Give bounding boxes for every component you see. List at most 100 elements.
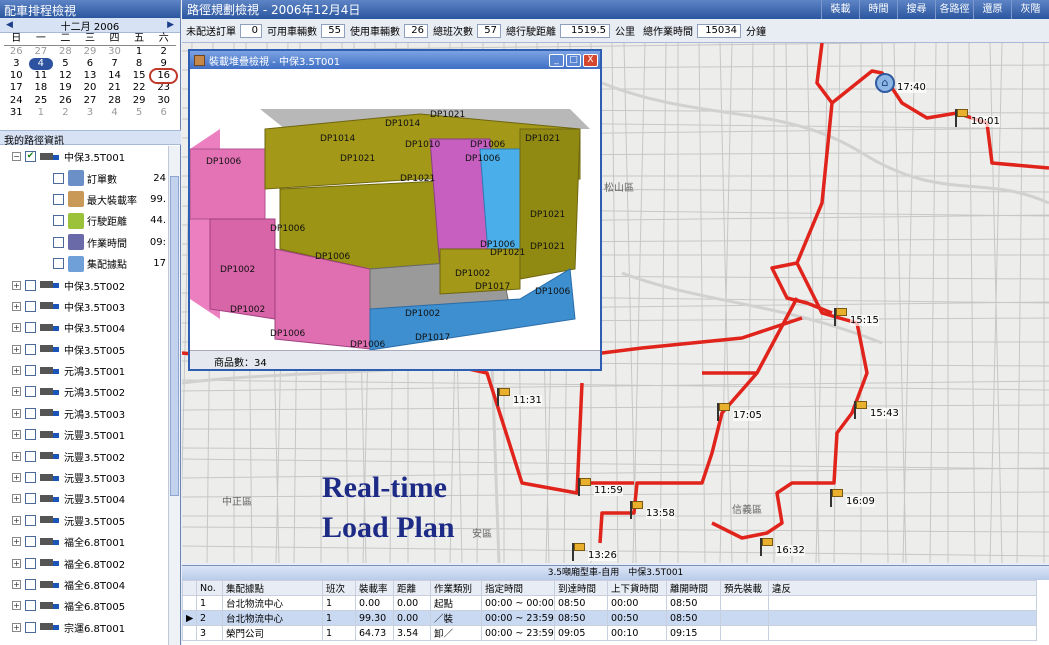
column-header[interactable]: No. [196, 580, 223, 596]
calendar-prev-button[interactable]: ◀ [6, 20, 13, 30]
calendar-day[interactable]: 4 [102, 107, 127, 119]
checkbox[interactable] [25, 472, 36, 484]
time-button[interactable]: 時間 [859, 0, 897, 19]
tree-node-vehicle[interactable]: + 中保3.5T004 [0, 317, 168, 338]
expand-toggle[interactable]: + [12, 473, 21, 483]
calendar-day[interactable]: 21 [102, 82, 127, 94]
tree-node-vehicle[interactable]: + 福全6.8T004 [0, 574, 168, 595]
calendar-day[interactable]: 27 [29, 46, 54, 59]
tree-node-vehicle[interactable]: + 沅豐3.5T004 [0, 488, 168, 509]
all-routes-button[interactable]: 各路徑 [935, 0, 973, 19]
expand-toggle[interactable]: + [12, 494, 21, 504]
route-stop-marker[interactable]: 11:31 [497, 388, 542, 406]
calendar-day[interactable]: 18 [29, 82, 54, 94]
calendar-day[interactable]: 3 [78, 107, 103, 119]
route-stop-marker[interactable]: 10:01 [955, 109, 1000, 127]
expand-toggle[interactable]: + [12, 515, 21, 525]
checkbox[interactable] [53, 215, 64, 227]
checkbox[interactable] [53, 193, 64, 205]
expand-toggle[interactable]: + [12, 344, 21, 354]
tree-node-vehicle[interactable]: + 元鴻3.5T003 [0, 403, 168, 424]
tree-node-vehicle[interactable]: + 福全6.8T002 [0, 552, 168, 573]
column-header[interactable]: 集配據點 [222, 580, 323, 596]
calendar-day[interactable]: 8 [127, 58, 152, 70]
load-plan-titlebar[interactable]: 裝載堆疊檢視 - 中保3.5T001 _ □ X [190, 51, 600, 69]
tree-node-vehicle[interactable]: + 沅豐3.5T001 [0, 424, 168, 445]
calendar-day[interactable]: 7 [102, 58, 127, 70]
column-header[interactable]: 上下貨時間 [607, 580, 667, 596]
tree-node-vehicle[interactable]: + 福全6.8T001 [0, 531, 168, 552]
tree-node-vehicle[interactable]: + 沅豐3.5T005 [0, 510, 168, 531]
expand-toggle[interactable]: + [12, 622, 21, 632]
tree-detail-item[interactable]: 集配據點 17 [0, 253, 168, 274]
checkbox[interactable] [25, 450, 36, 462]
calendar-day[interactable]: 13 [78, 70, 103, 82]
column-header[interactable]: 距離 [393, 580, 431, 596]
route-stop-marker[interactable]: 13:26 [572, 543, 617, 561]
checkbox[interactable] [25, 322, 36, 334]
expand-toggle[interactable]: + [12, 580, 21, 589]
tree-detail-item[interactable]: 行駛距離 44. [0, 210, 168, 231]
expand-toggle[interactable]: + [12, 301, 21, 311]
checkbox[interactable] [25, 621, 36, 633]
expand-toggle[interactable]: + [12, 601, 21, 611]
calendar-day[interactable]: 2 [53, 107, 78, 119]
table-row[interactable]: 1 台北物流中心 1 0.00 0.00 起點 00:00 ~ 00:00 08:50 00:0… [182, 595, 1037, 611]
calendar-day[interactable]: 23 [151, 82, 176, 94]
expand-toggle[interactable]: + [12, 408, 21, 418]
maximize-button[interactable]: □ [566, 53, 581, 67]
tree-node-vehicle[interactable]: + 中保3.5T002 [0, 274, 168, 295]
calendar-day[interactable]: 20 [78, 82, 103, 94]
expand-toggle[interactable]: + [12, 280, 21, 290]
column-header[interactable]: 班次 [322, 580, 356, 596]
route-stop-marker[interactable]: 17:05 [717, 403, 762, 421]
checkbox[interactable] [25, 407, 36, 419]
tree-node-vehicle[interactable]: + 宗運6.8T001 [0, 617, 168, 638]
calendar-day[interactable]: 12 [53, 70, 78, 82]
expand-toggle[interactable]: + [12, 366, 21, 376]
calendar-day[interactable]: 14 [102, 70, 127, 82]
checkbox[interactable] [53, 236, 64, 248]
checkbox-checked[interactable]: ✔ [25, 151, 36, 163]
route-stop-marker[interactable]: 13:58 [630, 501, 675, 519]
tree-node-vehicle[interactable]: + 中保3.5T005 [0, 339, 168, 360]
checkbox[interactable] [25, 386, 36, 398]
checkbox[interactable] [25, 279, 36, 291]
calendar-day[interactable]: 24 [4, 95, 29, 107]
calendar-day[interactable]: 31 [4, 107, 29, 119]
table-row[interactable]: 3 榮門公司 1 64.73 3.54 卸／ 00:00 ~ 23:59 09:05 00:10… [182, 625, 1037, 641]
checkbox[interactable] [25, 579, 36, 590]
table-row[interactable]: ▶ 2 台北物流中心 1 99.30 0.00 ／裝 00:00 ~ 23:59 08:50 00… [182, 610, 1037, 626]
checkbox[interactable] [53, 172, 64, 184]
calendar-day[interactable]: 29 [78, 46, 103, 59]
checkbox[interactable] [25, 514, 36, 526]
tree-detail-item[interactable]: 訂單數 24 [0, 167, 168, 188]
calendar-day[interactable]: 22 [127, 82, 152, 94]
close-button[interactable]: X [583, 53, 598, 67]
calendar-day[interactable]: 28 [102, 95, 127, 107]
expand-toggle[interactable]: + [12, 451, 21, 461]
column-header[interactable]: 裝載率 [355, 580, 394, 596]
checkbox[interactable] [25, 493, 36, 505]
checkbox[interactable] [25, 343, 36, 355]
tree-node-vehicle[interactable]: + 沅豐3.5T003 [0, 467, 168, 488]
calendar-day[interactable]: 11 [29, 70, 54, 82]
calendar-day[interactable]: 27 [78, 95, 103, 107]
calendar-day[interactable]: 6 [151, 107, 176, 119]
calendar-day[interactable]: 25 [29, 95, 54, 107]
collapse-toggle[interactable]: − [12, 152, 21, 162]
checkbox[interactable] [25, 557, 36, 569]
calendar-day[interactable]: 26 [4, 46, 29, 59]
calendar-day[interactable]: 1 [127, 46, 152, 59]
expand-toggle[interactable]: + [12, 430, 21, 440]
route-stop-marker[interactable]: ⌂ 17:40 [875, 73, 926, 93]
tree-detail-item[interactable]: 作業時間 09: [0, 232, 168, 253]
tree-detail-item[interactable]: 最大裝載率 99. [0, 189, 168, 210]
column-header[interactable]: 離開時間 [666, 580, 721, 596]
calendar-day[interactable]: 19 [53, 82, 78, 94]
tree-node-expanded[interactable]: − ✔ 中保3.5T001 [0, 146, 168, 167]
checkbox[interactable] [25, 365, 36, 377]
column-header[interactable]: 到達時間 [554, 580, 608, 596]
tree-scrollbar[interactable] [168, 146, 180, 645]
column-header[interactable]: 指定時間 [481, 580, 555, 596]
